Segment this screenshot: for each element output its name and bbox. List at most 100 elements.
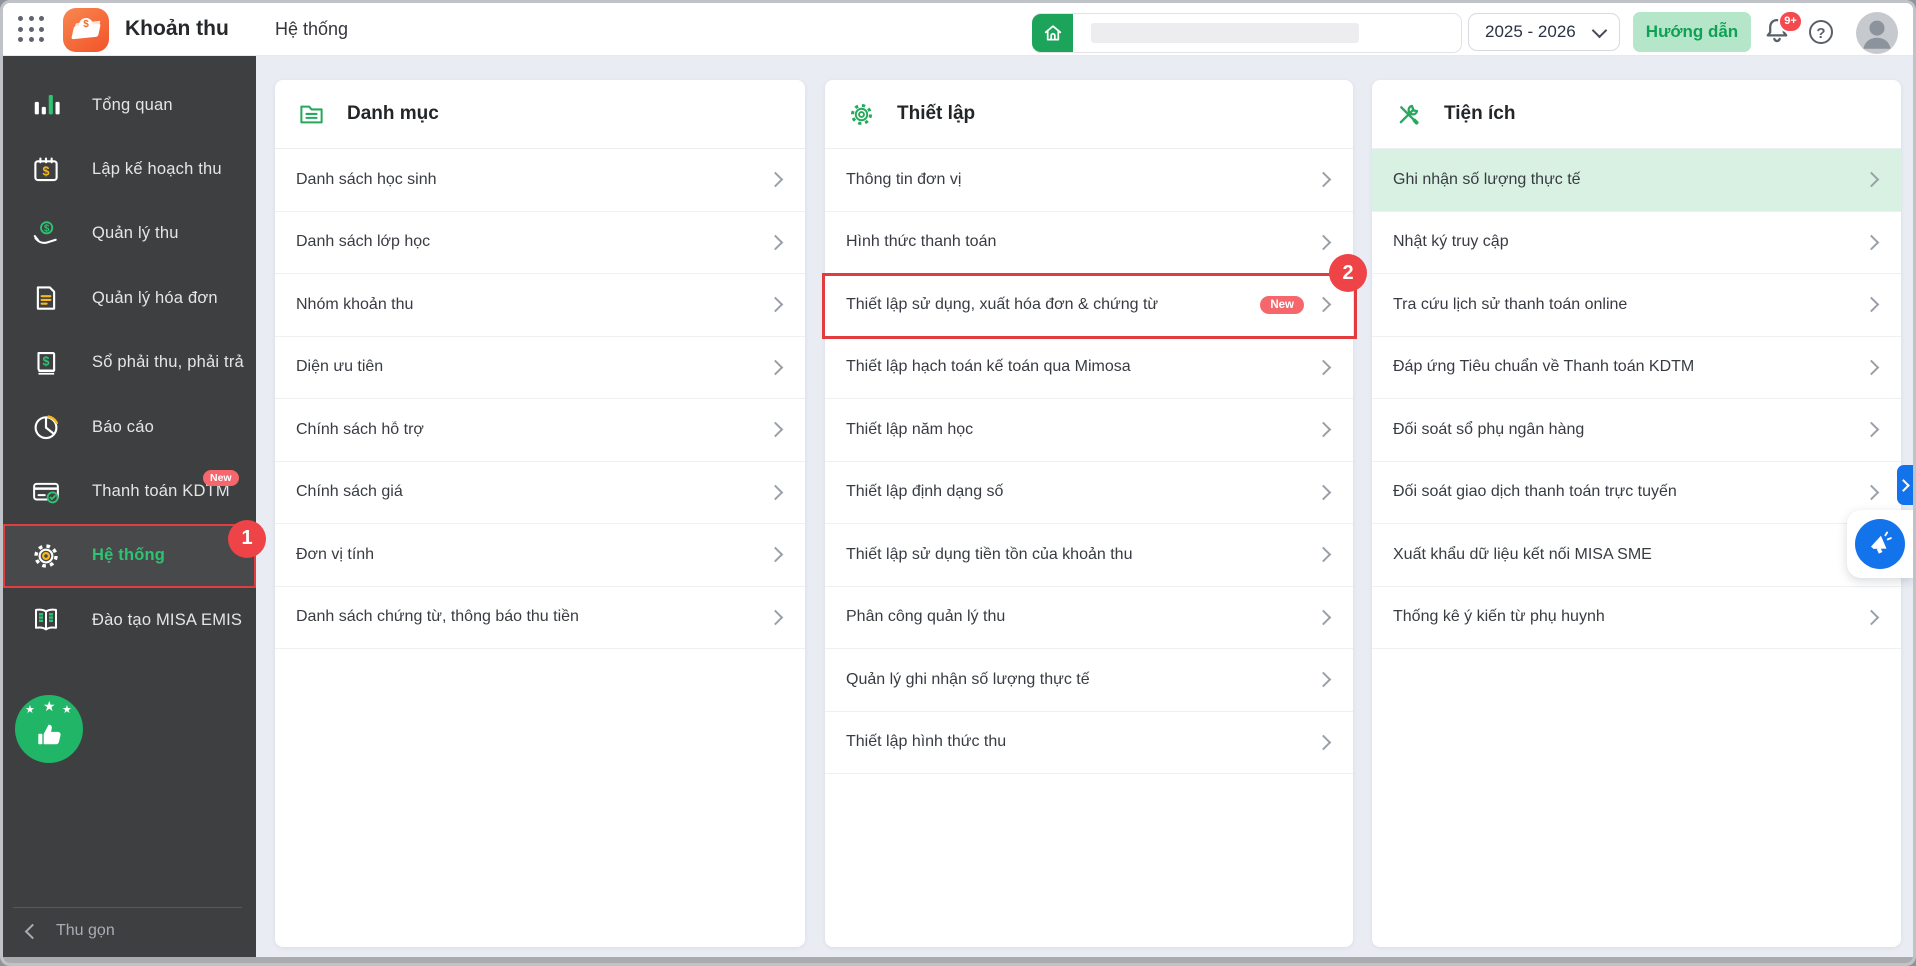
sidebar-item-0[interactable]: Tổng quan bbox=[3, 73, 256, 137]
card-check-icon bbox=[31, 477, 65, 507]
sidebar-item-4[interactable]: $ Sổ phải thu, phải trả bbox=[3, 331, 256, 395]
menu-row-1-4[interactable]: Thiết lập năm học bbox=[825, 399, 1353, 462]
menu-row-2-7[interactable]: Thống kê ý kiến từ phụ huynh bbox=[1372, 587, 1901, 649]
sidebar-item-5[interactable]: Báo cáo bbox=[3, 395, 256, 459]
menu-row-1-9[interactable]: Thiết lập hình thức thu bbox=[825, 712, 1353, 774]
menu-row-1-1[interactable]: Hình thức thanh toán bbox=[825, 212, 1353, 274]
menu-row-2-6[interactable]: Xuất khẩu dữ liệu kết nối MISA SME bbox=[1372, 524, 1901, 587]
menu-row-2-4[interactable]: Đối soát sổ phụ ngân hàng bbox=[1372, 399, 1901, 462]
notifications-bell-icon[interactable]: 9+ bbox=[1761, 10, 1803, 48]
chevron-right-icon bbox=[1863, 296, 1880, 313]
menu-row-label: Đơn vị tính bbox=[296, 545, 375, 563]
menu-row-2-5[interactable]: Đối soát giao dịch thanh toán trực tuyến bbox=[1372, 462, 1901, 524]
topbar: $ Khoản thu Hệ thống 2025 - 2026 Hướng d… bbox=[3, 3, 1913, 56]
user-avatar[interactable] bbox=[1856, 12, 1898, 54]
bar-chart-icon bbox=[31, 90, 65, 120]
card-header: Tiện ích bbox=[1372, 80, 1901, 149]
sidebar-item-8[interactable]: Đào tạo MISA EMIS bbox=[3, 588, 256, 652]
menu-row-label: Thống kê ý kiến từ phụ huynh bbox=[1393, 608, 1605, 626]
chevron-right-icon bbox=[1315, 484, 1332, 501]
chevron-right-icon bbox=[1315, 609, 1332, 626]
horizontal-scrollbar[interactable] bbox=[3, 957, 1913, 963]
home-icon[interactable] bbox=[1032, 13, 1073, 52]
menu-row-0-7[interactable]: Danh sách chứng từ, thông báo thu tiền bbox=[275, 587, 805, 649]
app-grid-icon[interactable] bbox=[18, 16, 46, 44]
menu-row-1-5[interactable]: Thiết lập định dạng số bbox=[825, 462, 1353, 524]
card-header: Danh mục bbox=[275, 80, 805, 149]
chevron-right-icon bbox=[1315, 546, 1332, 563]
menu-row-1-2[interactable]: Thiết lập sử dụng, xuất hóa đơn & chứng … bbox=[822, 254, 1367, 339]
menu-row-1-7[interactable]: Phân công quản lý thu bbox=[825, 587, 1353, 649]
menu-row-2-2[interactable]: Tra cứu lịch sử thanh toán online bbox=[1372, 274, 1901, 337]
chevron-right-icon bbox=[1315, 359, 1332, 376]
menu-row-label: Thiết lập định dạng số bbox=[846, 483, 1004, 501]
school-search-input[interactable] bbox=[1032, 13, 1462, 53]
calendar-dollar-icon: $ bbox=[31, 155, 65, 185]
thumbs-up-icon bbox=[38, 724, 61, 745]
notification-badge: 9+ bbox=[1778, 10, 1803, 33]
menu-row-label: Chính sách hỗ trợ bbox=[296, 420, 424, 438]
chevron-right-icon bbox=[1863, 421, 1880, 438]
menu-row-1-0[interactable]: Thông tin đơn vị bbox=[825, 149, 1353, 212]
tools-icon bbox=[1395, 101, 1422, 128]
sidebar-item-label: Tổng quan bbox=[92, 95, 173, 114]
app-window: $ Khoản thu Hệ thống 2025 - 2026 Hướng d… bbox=[0, 0, 1916, 966]
menu-row-0-4[interactable]: Chính sách hỗ trợ bbox=[275, 399, 805, 462]
menu-row-0-5[interactable]: Chính sách giá bbox=[275, 462, 805, 524]
menu-row-label: Đối soát giao dịch thanh toán trực tuyến bbox=[1393, 483, 1677, 501]
menu-row-2-1[interactable]: Nhật ký truy cập bbox=[1372, 212, 1901, 274]
card-header: Thiết lập bbox=[825, 80, 1353, 149]
guide-button[interactable]: Hướng dẫn bbox=[1633, 12, 1751, 52]
chevron-right-icon bbox=[767, 359, 784, 376]
sidebar-item-1[interactable]: $ Lập kế hoạch thu bbox=[3, 137, 256, 201]
chevron-down-icon bbox=[1591, 22, 1608, 38]
card-2: Tiện ích Ghi nhận số lượng thực tế Nhật ký… bbox=[1372, 80, 1901, 947]
sidebar-item-7[interactable]: Hệ thống 1 bbox=[3, 519, 266, 589]
menu-row-0-6[interactable]: Đơn vị tính bbox=[275, 524, 805, 587]
menu-row-label: Danh sách lớp học bbox=[296, 233, 431, 251]
announcement-button[interactable] bbox=[1855, 519, 1905, 569]
menu-row-1-8[interactable]: Quản lý ghi nhận số lượng thực tế bbox=[825, 649, 1353, 712]
sidebar-item-6[interactable]: Thanh toán KDTM New bbox=[3, 459, 256, 523]
menu-row-label: Tra cứu lịch sử thanh toán online bbox=[1393, 295, 1628, 313]
app-title: Khoản thu bbox=[125, 17, 229, 40]
feedback-thumbs-up-button[interactable]: ★ ★ ★ bbox=[15, 695, 83, 763]
menu-row-1-3[interactable]: Thiết lập hạch toán kế toán qua Mimosa bbox=[825, 337, 1353, 399]
chevron-left-icon bbox=[24, 923, 41, 939]
card-0: Danh mục Danh sách học sinh Danh sách lớp … bbox=[275, 80, 805, 947]
sidebar-item-2[interactable]: $ Quản lý thu bbox=[3, 202, 256, 266]
chevron-right-icon bbox=[1897, 478, 1910, 492]
help-icon[interactable]: ? bbox=[1809, 20, 1833, 44]
menu-row-label: Thông tin đơn vị bbox=[846, 170, 962, 188]
chevron-right-icon bbox=[1315, 234, 1332, 251]
sidebar-item-label: Báo cáo bbox=[92, 417, 154, 436]
collapse-sidebar-button[interactable]: Thu gọn bbox=[24, 912, 115, 950]
chevron-right-icon bbox=[767, 609, 784, 626]
school-year-select[interactable]: 2025 - 2026 bbox=[1468, 13, 1620, 51]
menu-row-label: Hình thức thanh toán bbox=[846, 233, 997, 251]
menu-row-0-0[interactable]: Danh sách học sinh bbox=[275, 149, 805, 212]
chevron-right-icon bbox=[767, 484, 784, 501]
card-title: Tiện ích bbox=[1444, 103, 1516, 124]
sidebar-item-3[interactable]: Quản lý hóa đơn bbox=[3, 266, 256, 330]
sidebar-item-label: Quản lý hóa đơn bbox=[92, 288, 218, 307]
sidebar-item-label: Lập kế hoạch thu bbox=[92, 160, 222, 179]
menu-row-2-3[interactable]: Đáp ứng Tiêu chuẩn về Thanh toán KDTM bbox=[1372, 337, 1901, 399]
menu-row-0-2[interactable]: Nhóm khoản thu bbox=[275, 274, 805, 337]
menu-row-0-1[interactable]: Danh sách lớp học bbox=[275, 212, 805, 274]
card-title: Thiết lập bbox=[897, 103, 976, 124]
expand-panel-tab[interactable] bbox=[1897, 465, 1913, 505]
card-title: Danh mục bbox=[347, 103, 439, 124]
collapse-label: Thu gọn bbox=[56, 922, 115, 939]
menu-row-2-0[interactable]: Ghi nhận số lượng thực tế bbox=[1372, 149, 1901, 212]
sidebar: Tổng quan $ Lập kế hoạch thu $ Quản lý thu Qu… bbox=[3, 55, 266, 958]
sidebar-item-label: Sổ phải thu, phải trả bbox=[92, 353, 244, 372]
menu-row-0-3[interactable]: Diện ưu tiên bbox=[275, 337, 805, 399]
redacted-school-name bbox=[1091, 23, 1359, 43]
pie-chart-icon bbox=[31, 412, 65, 442]
chevron-right-icon bbox=[767, 546, 784, 563]
invoice-icon bbox=[31, 283, 65, 313]
sidebar-item-label: Hệ thống bbox=[92, 546, 166, 565]
chevron-right-icon bbox=[767, 171, 784, 188]
menu-row-1-6[interactable]: Thiết lập sử dụng tiền tồn của khoản thu bbox=[825, 524, 1353, 587]
